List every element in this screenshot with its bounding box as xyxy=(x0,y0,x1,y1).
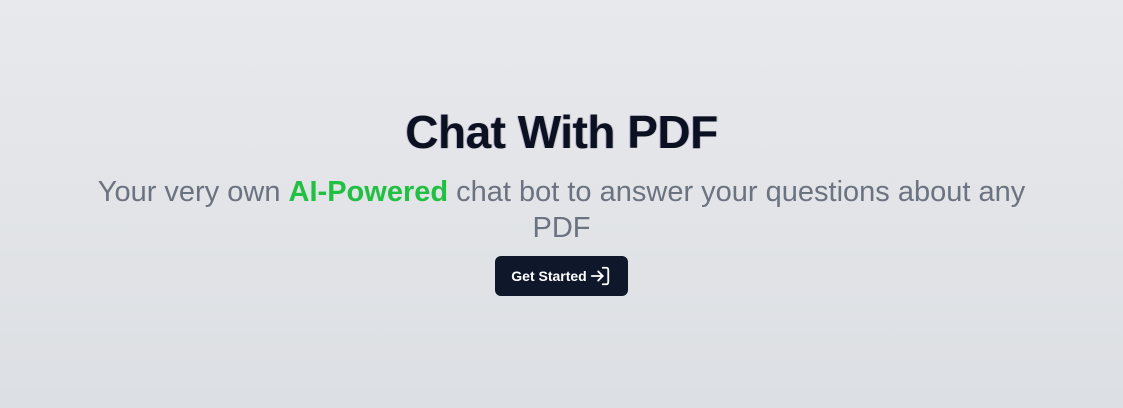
hero-section: Chat With PDF Your very own AI-Powered c… xyxy=(0,0,1123,408)
subtitle-highlight: AI-Powered xyxy=(288,176,449,208)
page-title: Chat With PDF xyxy=(405,106,718,158)
subtitle-prefix: Your very own xyxy=(97,176,289,208)
hero-subtitle: Your very own AI-Powered chat bot to ans… xyxy=(92,174,1032,246)
log-in-icon xyxy=(589,265,611,287)
subtitle-suffix: chat bot to answer your questions about … xyxy=(448,176,1026,244)
get-started-button[interactable]: Get Started xyxy=(495,256,628,296)
get-started-label: Get Started xyxy=(511,268,587,284)
